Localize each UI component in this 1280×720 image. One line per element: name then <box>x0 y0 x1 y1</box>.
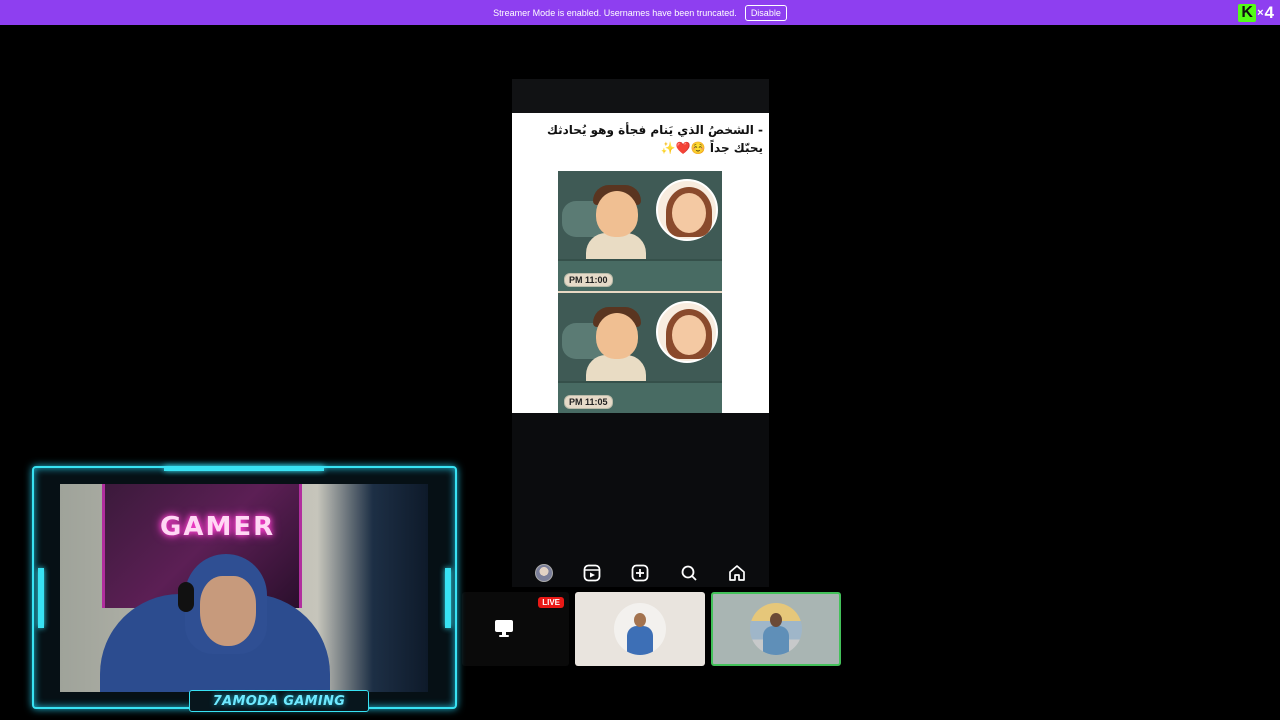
search-icon[interactable] <box>678 562 700 584</box>
phone-bottom-nav <box>512 559 769 587</box>
participant-tile[interactable] <box>575 592 705 666</box>
post-caption: - الشخصُ الذي يَنام فجأة وهو يُحادثك يحب… <box>546 123 763 155</box>
shared-phone-screen: - الشخصُ الذي يَنام فجأة وهو يُحادثك يحب… <box>512 79 769 587</box>
comic-panel-sleepy: PM 11:05 <box>558 293 722 413</box>
instagram-post[interactable]: - الشخصُ الذي يَنام فجأة وهو يُحادثك يحب… <box>512 113 769 413</box>
live-badge: LIVE <box>538 597 564 608</box>
comic-time-label: PM 11:05 <box>564 395 613 409</box>
home-icon[interactable] <box>726 562 748 584</box>
avatar <box>750 603 802 655</box>
kick-multiplier: × <box>1257 6 1264 19</box>
kick-count: 4 <box>1264 2 1274 22</box>
webcam-video: GAMER <box>60 484 428 692</box>
avatar <box>614 603 666 655</box>
poster-text: GAMER <box>160 512 276 542</box>
streamer-mode-message: Streamer Mode is enabled. Usernames have… <box>493 7 737 18</box>
profile-avatar-icon[interactable] <box>533 562 555 584</box>
thought-bubble <box>656 179 718 241</box>
post-comic-image: PM 11:00 PM 11:05 <box>558 171 722 413</box>
thought-bubble <box>656 301 718 363</box>
streamer-name: 7AMODA GAMING <box>212 693 346 709</box>
reels-icon[interactable] <box>581 562 603 584</box>
disable-streamer-mode-button[interactable]: Disable <box>744 4 787 21</box>
webcam-overlay: GAMER 7AMODA GAMING <box>32 466 457 712</box>
comic-time-label: PM 11:00 <box>564 273 613 287</box>
create-post-icon[interactable] <box>629 562 651 584</box>
monitor-icon <box>494 618 514 642</box>
kick-logo: K × 4 <box>1238 3 1274 22</box>
streamer-mode-banner: Streamer Mode is enabled. Usernames have… <box>0 0 1280 25</box>
kick-logo-icon: K <box>1238 3 1257 22</box>
streamer-name-plate: 7AMODA GAMING <box>189 690 369 712</box>
participant-tile-active[interactable] <box>711 592 841 666</box>
phone-top-bar <box>512 79 769 113</box>
comic-panel-awake: PM 11:00 <box>558 171 722 291</box>
headset-icon <box>178 582 194 612</box>
screen-share-tile[interactable]: LIVE <box>462 592 569 666</box>
